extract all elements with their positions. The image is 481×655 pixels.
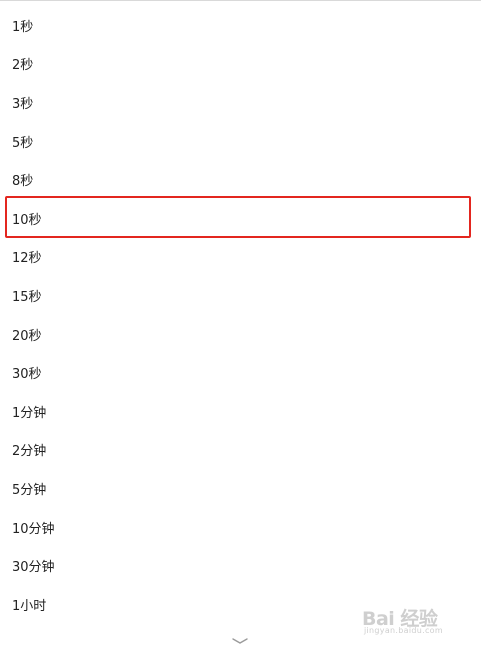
option-label: 3秒 bbox=[12, 96, 34, 112]
option-label: 2秒 bbox=[12, 58, 34, 74]
option-3-seconds[interactable]: 3秒 bbox=[0, 83, 481, 122]
option-label: 10分钟 bbox=[12, 521, 55, 537]
option-1-second[interactable]: 1秒 bbox=[0, 6, 481, 45]
option-label: 2分钟 bbox=[12, 444, 47, 460]
option-label: 12秒 bbox=[12, 251, 42, 267]
option-label: 20秒 bbox=[12, 328, 42, 344]
option-label: 30秒 bbox=[12, 367, 42, 383]
option-30-seconds[interactable]: 30秒 bbox=[0, 353, 481, 392]
option-label: 10秒 bbox=[12, 212, 42, 228]
chevron-down-icon[interactable] bbox=[231, 636, 249, 646]
option-2-minutes[interactable]: 2分钟 bbox=[0, 431, 481, 470]
baidu-jingyan-watermark: Bai 经验 jingyan.baidu.com bbox=[362, 600, 462, 640]
top-divider bbox=[0, 0, 481, 1]
option-15-seconds[interactable]: 15秒 bbox=[0, 276, 481, 315]
option-5-seconds[interactable]: 5秒 bbox=[0, 122, 481, 161]
option-12-seconds[interactable]: 12秒 bbox=[0, 238, 481, 277]
option-label: 1小时 bbox=[12, 598, 47, 614]
option-label: 5秒 bbox=[12, 135, 34, 151]
option-label: 8秒 bbox=[12, 174, 34, 190]
option-label: 15秒 bbox=[12, 289, 42, 305]
option-label: 1分钟 bbox=[12, 405, 47, 421]
option-label: 30分钟 bbox=[12, 560, 55, 576]
option-label: 5分钟 bbox=[12, 482, 47, 498]
option-10-seconds[interactable]: 10秒 bbox=[0, 199, 481, 238]
option-1-minute[interactable]: 1分钟 bbox=[0, 392, 481, 431]
option-2-seconds[interactable]: 2秒 bbox=[0, 45, 481, 84]
option-30-minutes[interactable]: 30分钟 bbox=[0, 546, 481, 585]
timeout-options-list: 1秒 2秒 3秒 5秒 8秒 10秒 12秒 15秒 20秒 30秒 1分钟 2… bbox=[0, 6, 481, 624]
option-5-minutes[interactable]: 5分钟 bbox=[0, 469, 481, 508]
option-8-seconds[interactable]: 8秒 bbox=[0, 160, 481, 199]
watermark-url: jingyan.baidu.com bbox=[364, 626, 443, 635]
option-20-seconds[interactable]: 20秒 bbox=[0, 315, 481, 354]
option-10-minutes[interactable]: 10分钟 bbox=[0, 508, 481, 547]
option-label: 1秒 bbox=[12, 19, 34, 35]
